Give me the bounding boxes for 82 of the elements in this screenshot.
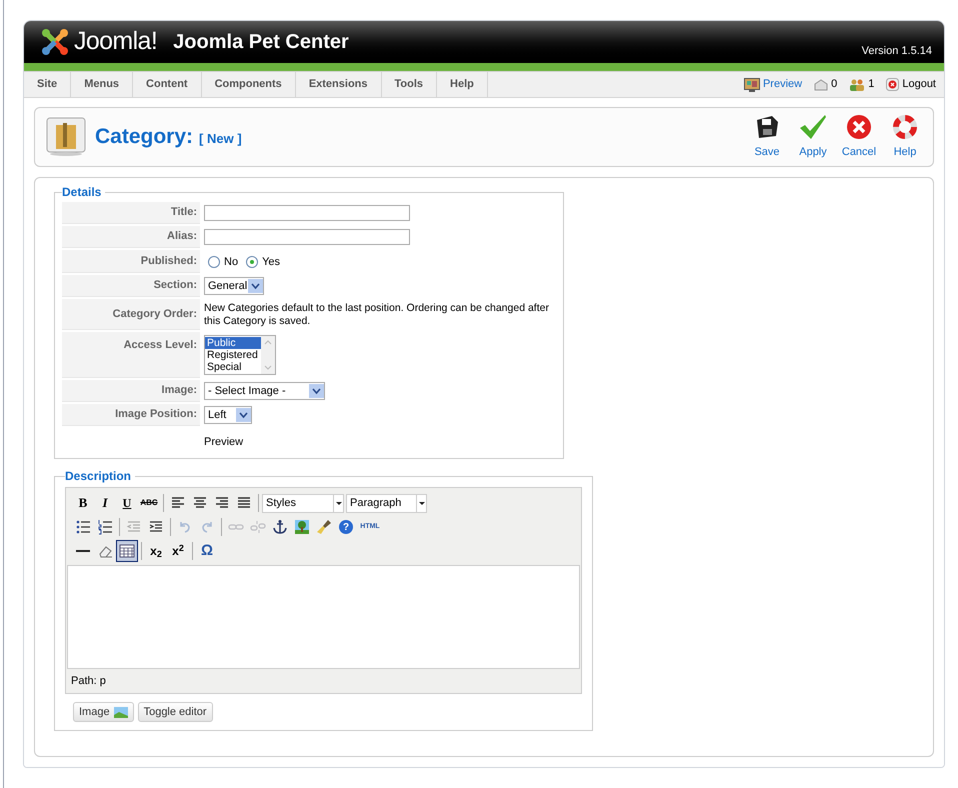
menu-item[interactable]: Help: [437, 72, 488, 97]
monitor-icon: [744, 78, 760, 92]
cancel-button[interactable]: Cancel: [839, 114, 879, 160]
bold-button[interactable]: B: [72, 492, 94, 514]
horizontal-line-icon: [76, 550, 90, 552]
page-title: Category:: [95, 124, 194, 150]
field-label: Published:: [140, 254, 197, 269]
logout-icon: [886, 78, 900, 91]
text-input[interactable]: [204, 205, 410, 221]
help-text: New Categories default to the last position. Ordering can be changed after this Category is saved.: [204, 302, 550, 328]
radio-button[interactable]: [208, 256, 220, 268]
image-button[interactable]: Image: [73, 702, 134, 722]
caret-icon: [418, 502, 424, 504]
list-option[interactable]: Registered: [205, 349, 261, 361]
menu-item[interactable]: Tools: [382, 72, 438, 97]
charmap-button[interactable]: Ω: [196, 540, 218, 562]
field-label: Image Position:: [115, 407, 197, 422]
list-option[interactable]: Special: [205, 361, 261, 373]
italic-button[interactable]: I: [94, 492, 116, 514]
menu-item[interactable]: Extensions: [296, 72, 382, 97]
picture-icon: [114, 706, 128, 718]
preview-link[interactable]: Preview: [762, 76, 802, 93]
field-label: Section:: [154, 278, 197, 294]
broken-link-icon: [250, 519, 266, 535]
field-label: Category Order:: [112, 306, 197, 322]
users-icon: [849, 78, 866, 90]
visual-aid-button[interactable]: [116, 540, 138, 562]
access-level-listbox[interactable]: Public Registered Special: [204, 335, 276, 375]
fieldset-legend: Description: [65, 467, 136, 485]
table-icon: [119, 543, 135, 559]
radio-label: Yes: [262, 255, 280, 270]
preview-text: Preview: [204, 434, 244, 450]
site-name: Joomla Pet Center: [173, 30, 349, 55]
cancel-icon: [846, 114, 872, 140]
strike-button[interactable]: ABC: [138, 492, 160, 514]
redo-icon: [199, 519, 215, 535]
caret-icon: [336, 502, 342, 504]
radio-label: No: [224, 255, 238, 270]
lifebuoy-icon: [892, 114, 918, 140]
anchor-icon: [272, 519, 288, 535]
fieldset-legend: Details: [62, 183, 106, 201]
field-label: Alias:: [167, 229, 197, 244]
menu-item[interactable]: Components: [202, 72, 296, 97]
message-count: 0: [831, 77, 838, 92]
checkmark-icon: [799, 114, 827, 140]
subscript-button[interactable]: x$_{2}$: [145, 540, 167, 562]
list-option[interactable]: Public: [205, 337, 261, 349]
page-subtitle: [ New ]: [199, 130, 242, 148]
dropdown-field[interactable]: Styles: [262, 494, 344, 512]
save-button[interactable]: Save: [747, 114, 787, 160]
bullet-list-icon: [75, 519, 91, 535]
save-icon: [754, 114, 780, 140]
superscript-button[interactable]: x$^{2}$: [167, 540, 189, 562]
logo-text: Joomla!: [74, 26, 158, 58]
logo-icon: [40, 27, 70, 57]
dropdown-field[interactable]: Paragraph: [346, 494, 427, 512]
field-label: Title:: [170, 205, 197, 220]
menu-item[interactable]: Content: [133, 72, 202, 97]
field-label: Image:: [162, 383, 197, 398]
field-label: Access Level:: [124, 338, 197, 353]
text-input[interactable]: [204, 229, 410, 245]
select-field[interactable]: Left: [204, 406, 252, 424]
radio-button[interactable]: [246, 256, 258, 268]
broom-icon: [316, 519, 332, 535]
apply-button[interactable]: Apply: [793, 114, 833, 160]
underline-button[interactable]: U: [116, 492, 138, 514]
help-button[interactable]: Help: [885, 114, 925, 160]
user-count: 1: [868, 77, 874, 92]
select-field[interactable]: - Select Image -: [204, 382, 325, 400]
undo-icon: [177, 519, 193, 535]
numbered-list-icon: [97, 519, 113, 535]
path-text: Path: p: [70, 674, 107, 689]
folder-icon: [46, 117, 86, 157]
menu-item[interactable]: Site: [24, 72, 72, 97]
version-text: Version 1.5.14: [862, 44, 932, 58]
scrollbar-icon: [261, 336, 275, 374]
tree-picture-icon: [294, 519, 310, 535]
logout-link[interactable]: Logout: [902, 76, 936, 93]
select-field[interactable]: General: [204, 277, 264, 295]
menu-item[interactable]: Menus: [71, 72, 134, 97]
help-button[interactable]: ?: [335, 516, 357, 538]
toggle-editor-button[interactable]: Toggle editor: [138, 702, 213, 722]
